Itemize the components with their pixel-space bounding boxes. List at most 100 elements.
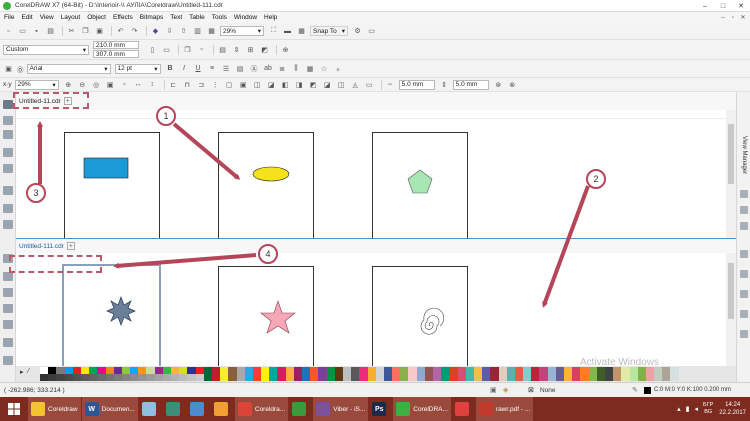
palette-swatch[interactable]	[302, 367, 311, 374]
palette-swatch[interactable]	[252, 367, 262, 374]
palette-swatch[interactable]	[269, 374, 278, 381]
palette-swatch[interactable]	[56, 374, 65, 381]
palette-swatch[interactable]	[261, 367, 270, 374]
palette-swatch[interactable]	[342, 367, 352, 374]
palette-swatch[interactable]	[670, 367, 679, 374]
palette-swatch[interactable]	[604, 367, 614, 374]
palette-swatch[interactable]	[64, 367, 73, 374]
palette-swatch[interactable]	[588, 374, 597, 381]
palette-swatch[interactable]	[596, 367, 605, 374]
palette-swatch[interactable]	[400, 367, 409, 374]
volume-icon[interactable]: ◂	[695, 405, 699, 413]
palette-swatch[interactable]	[334, 367, 343, 374]
palette-swatch[interactable]	[342, 374, 352, 381]
palette-swatch[interactable]	[211, 367, 221, 374]
palette-swatch[interactable]	[490, 367, 499, 374]
palette-swatch[interactable]	[48, 367, 57, 374]
palette-swatch[interactable]	[179, 367, 188, 374]
palette-swatch[interactable]	[604, 374, 614, 381]
palette-swatch[interactable]	[662, 367, 671, 374]
palette-swatch[interactable]	[416, 367, 425, 374]
palette-swatch[interactable]	[195, 374, 204, 381]
palette-swatch[interactable]	[162, 374, 171, 381]
palette-swatch[interactable]	[547, 374, 556, 381]
palette-swatch[interactable]	[654, 367, 663, 374]
palette-swatch[interactable]	[293, 374, 302, 381]
palette-swatch[interactable]	[531, 367, 540, 374]
palette-swatch[interactable]	[433, 374, 442, 381]
palette-swatch[interactable]	[285, 374, 294, 381]
taskbar-item[interactable]	[187, 397, 210, 421]
palette-swatch[interactable]	[629, 367, 638, 374]
palette-swatch[interactable]	[531, 374, 540, 381]
palette-swatch[interactable]	[621, 374, 630, 381]
palette-swatch[interactable]	[441, 367, 450, 374]
palette-swatch[interactable]	[302, 374, 311, 381]
taskbar-item[interactable]: Coreldraw	[28, 397, 81, 421]
palette-swatch[interactable]	[228, 374, 237, 381]
palette-swatch[interactable]	[351, 367, 360, 374]
palette-swatch[interactable]	[171, 367, 180, 374]
palette-swatch[interactable]	[392, 367, 401, 374]
palette-swatch[interactable]	[89, 367, 98, 374]
palette-swatch[interactable]	[449, 367, 458, 374]
palette-swatch[interactable]	[285, 367, 294, 374]
palette-swatch[interactable]	[482, 374, 491, 381]
palette-swatch[interactable]	[383, 367, 393, 374]
palette-swatch[interactable]	[277, 367, 286, 374]
palette-swatch[interactable]	[187, 367, 196, 374]
palette-swatch[interactable]	[490, 374, 499, 381]
palette-swatch[interactable]	[244, 374, 253, 381]
palette-swatch[interactable]	[318, 367, 327, 374]
palette-swatch[interactable]	[351, 374, 360, 381]
palette-swatch[interactable]	[539, 367, 548, 374]
palette-swatch[interactable]	[514, 367, 524, 374]
palette-swatch[interactable]	[56, 367, 65, 374]
palette-swatch[interactable]	[236, 374, 245, 381]
palette-swatch[interactable]	[72, 367, 81, 374]
palette-swatch[interactable]	[211, 374, 221, 381]
document-color-icon[interactable]: ▣	[490, 386, 497, 394]
palette-swatch[interactable]	[48, 374, 57, 381]
palette-swatch[interactable]	[269, 367, 278, 374]
palette-swatch[interactable]	[318, 374, 327, 381]
palette-swatch[interactable]	[424, 374, 433, 381]
palette-swatch[interactable]	[138, 367, 147, 374]
palette-swatch[interactable]	[146, 367, 155, 374]
palette-swatch[interactable]	[482, 367, 491, 374]
palette-swatch[interactable]	[277, 374, 286, 381]
taskbar-item[interactable]	[452, 397, 475, 421]
palette-swatch[interactable]	[498, 367, 507, 374]
palette-swatch[interactable]	[433, 367, 442, 374]
palette-swatch[interactable]	[400, 374, 409, 381]
palette-swatch[interactable]	[383, 374, 393, 381]
palette-swatch[interactable]	[367, 367, 376, 374]
palette-swatch[interactable]	[359, 367, 368, 374]
taskbar-item[interactable]: CorelDRA...	[393, 397, 451, 421]
palette-swatch[interactable]	[564, 374, 573, 381]
palette-swatch[interactable]	[637, 367, 646, 374]
palette-swatch[interactable]	[236, 367, 245, 374]
palette-swatch[interactable]	[580, 367, 589, 374]
palette-swatch[interactable]	[154, 374, 163, 381]
palette-flyout-icon[interactable]: ▸	[20, 368, 24, 376]
palette-swatch[interactable]	[457, 374, 466, 381]
palette-swatch[interactable]	[654, 374, 663, 381]
palette-swatch[interactable]	[162, 367, 171, 374]
palette-swatch[interactable]	[465, 367, 474, 374]
clock[interactable]: 14:24 22.2.2017	[719, 401, 746, 417]
palette-swatch[interactable]	[72, 374, 81, 381]
palette-swatch[interactable]	[146, 374, 155, 381]
palette-swatch[interactable]	[580, 374, 589, 381]
taskbar-item[interactable]	[289, 397, 312, 421]
palette-swatch[interactable]	[424, 367, 433, 374]
palette-swatch[interactable]	[637, 374, 646, 381]
palette-swatch[interactable]	[171, 374, 180, 381]
language-indicator[interactable]: БГР BG	[703, 402, 713, 416]
palette-swatch[interactable]	[645, 374, 655, 381]
palette-swatch[interactable]	[195, 367, 204, 374]
palette-swatch[interactable]	[179, 374, 188, 381]
palette-swatch[interactable]	[187, 374, 196, 381]
palette-swatch[interactable]	[408, 374, 417, 381]
palette-swatch[interactable]	[105, 374, 114, 381]
